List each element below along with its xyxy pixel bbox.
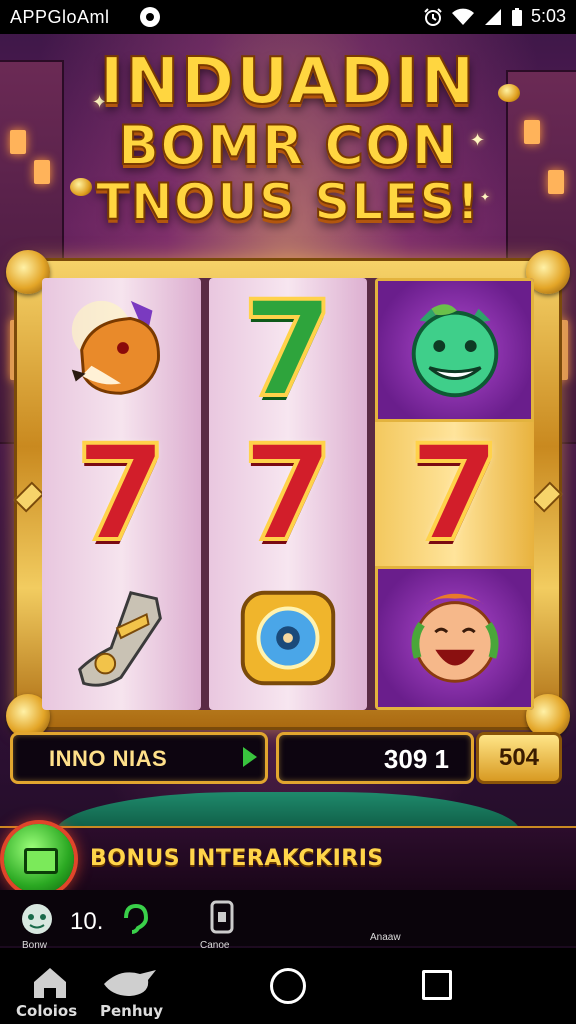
nav-bar: Coloios Penhuy: [0, 948, 576, 1024]
slot-machine: 7 7 7 7: [6, 250, 570, 738]
signal-icon: [484, 8, 501, 25]
promo-title: INDUADIN BOMR CON TNOUS SLES!: [0, 45, 576, 232]
fox-symbol: [72, 300, 161, 395]
reel-2[interactable]: 7 7: [208, 278, 368, 710]
utility-count: 10.: [70, 908, 104, 935]
wifi-icon: [451, 8, 474, 25]
reel-1-cell-1: [42, 278, 201, 422]
green-monster-symbol: [411, 304, 498, 398]
status-bar: APPGloAml 5:03: [0, 0, 576, 34]
promo-line-1: INDUADIN: [99, 45, 477, 119]
control-panel: INNO NIAS 309 1 504: [10, 732, 566, 784]
bet-label: INNO NIAS: [49, 746, 168, 771]
alarm-icon: [424, 7, 442, 26]
gem-ring-symbol: [240, 590, 336, 686]
promo-line-3: TNOUS SLES!: [95, 173, 481, 232]
utility-middle[interactable]: Canoe: [196, 898, 256, 951]
side-gem: [531, 481, 563, 513]
side-gem: [13, 481, 45, 513]
reel-1[interactable]: 7: [42, 278, 201, 710]
win-field: 309 1: [276, 732, 474, 784]
reels[interactable]: 7 7 7 7: [42, 278, 535, 710]
reel-2-cell-1: 7: [209, 278, 368, 422]
notification-icon: [140, 7, 160, 27]
house-icon: [34, 968, 66, 998]
nav-games-tab[interactable]: Penhuy: [96, 948, 168, 1024]
utility-left[interactable]: 10. Bonw: [18, 900, 168, 951]
win-value: 309 1: [383, 744, 449, 774]
boot-symbol: [78, 591, 163, 687]
status-right: 5:03: [423, 6, 566, 27]
status-time: 5:03: [530, 6, 566, 26]
reel-2-cell-2: 7: [209, 422, 368, 566]
reel-3-cell-1: [375, 278, 535, 422]
nav-left-label: Coloios: [16, 1002, 78, 1020]
reel-2-cell-3: [209, 566, 368, 710]
bonus-bar[interactable]: BONUS INTERAKCKIRIS: [0, 824, 576, 894]
reel-3-cell-3: [375, 566, 535, 710]
promo-line-2: BOMR CON: [117, 114, 458, 178]
ear-icon: [124, 904, 148, 934]
green-seven-symbol: 7: [240, 278, 336, 427]
seven-symbol: 7: [240, 417, 336, 571]
credits-box[interactable]: 504: [476, 732, 562, 784]
utility-right[interactable]: Anaaw: [370, 930, 430, 944]
recents-button[interactable]: [422, 970, 452, 1000]
reel-3-cell-2: 7: [375, 422, 534, 566]
reel-3[interactable]: 7: [375, 278, 535, 710]
utility-right-label: Anaaw: [370, 932, 401, 943]
laughing-face-symbol: [411, 593, 499, 683]
home-button[interactable]: [270, 968, 306, 1004]
status-app-name: APPGloAml: [10, 7, 110, 27]
credits-value: 504: [498, 744, 540, 771]
seven-symbol: 7: [73, 417, 169, 571]
bonus-label: BONUS INTERAKCKIRIS: [90, 846, 384, 871]
battery-icon: [511, 7, 522, 26]
reel-1-cell-3: [42, 566, 201, 710]
reel-1-cell-2: 7: [42, 422, 201, 566]
bet-field[interactable]: INNO NIAS: [10, 732, 268, 784]
phone-icon: [210, 900, 234, 934]
nav-home-tab[interactable]: Coloios: [14, 948, 86, 1024]
bonus-button[interactable]: [4, 824, 74, 894]
screen-icon: [24, 848, 58, 874]
play-arrow-icon[interactable]: [243, 747, 257, 767]
bird-icon: [104, 970, 156, 996]
utility-row: 10. Bonw Canoe Anaaw: [0, 890, 576, 951]
bot-icon: [22, 904, 52, 934]
nav-mid-label: Penhuy: [100, 1002, 163, 1020]
seven-symbol: 7: [407, 417, 503, 571]
